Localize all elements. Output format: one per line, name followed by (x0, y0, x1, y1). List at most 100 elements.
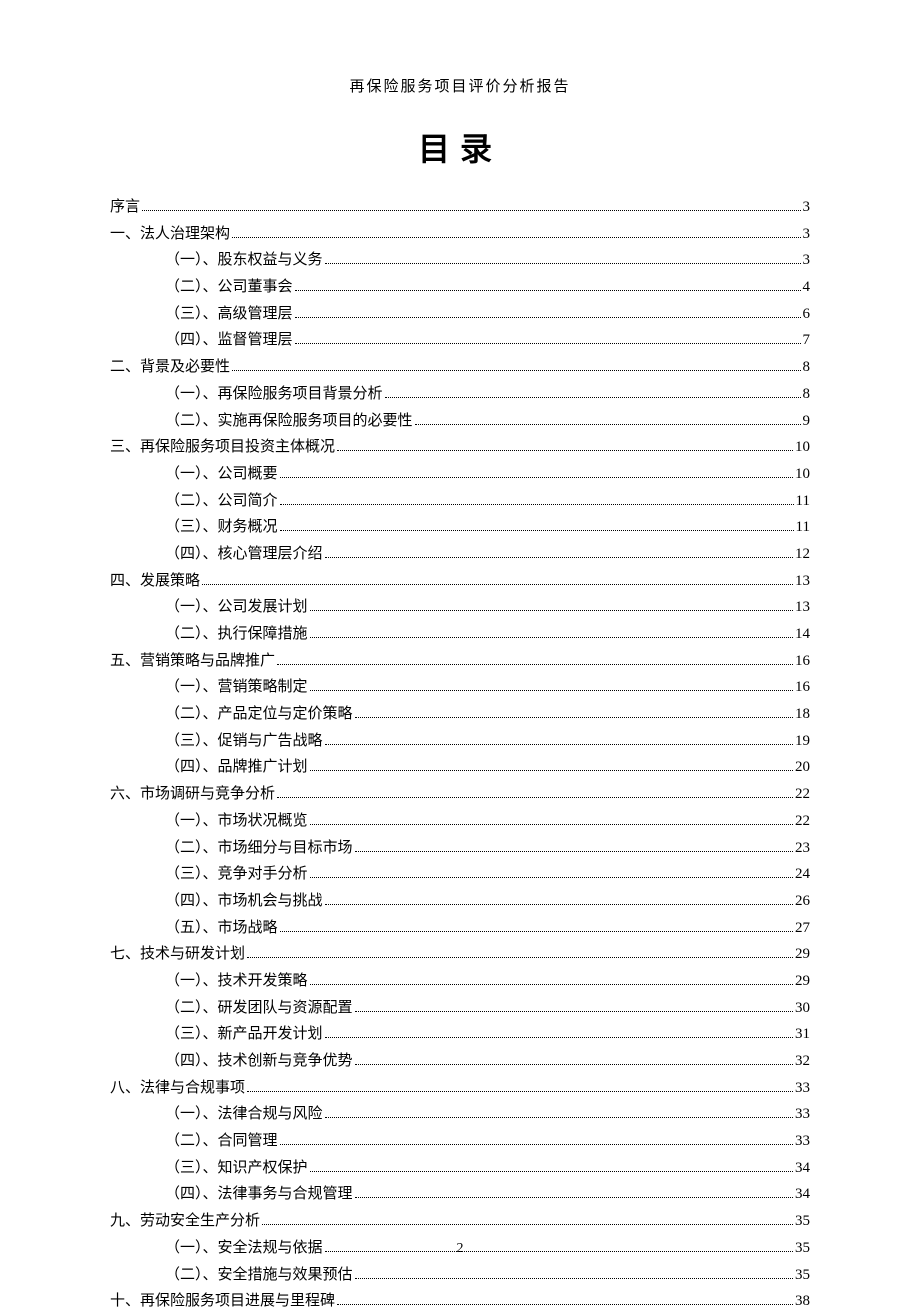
toc-entry-label: （四）、市场机会与挑战 (165, 888, 323, 915)
toc-entry-page: 33 (795, 1101, 810, 1128)
toc-dots (325, 1117, 793, 1118)
toc-entry-page: 22 (795, 781, 810, 808)
toc-entry: （二）、合同管理33 (110, 1128, 810, 1155)
toc-entry-label: （四）、技术创新与竞争优势 (165, 1048, 353, 1075)
toc-entry: （一）、公司概要10 (110, 461, 810, 488)
toc-entry-page: 23 (795, 835, 810, 862)
toc-entry: （三）、竞争对手分析 24 (110, 861, 810, 888)
toc-dots (295, 343, 801, 344)
toc-entry-page: 27 (795, 915, 810, 942)
toc-dots (355, 1011, 793, 1012)
toc-entry: （一）、营销策略制定16 (110, 674, 810, 701)
toc-entry-page: 12 (795, 541, 810, 568)
toc-entry-page: 29 (795, 941, 810, 968)
toc-entry-page: 8 (803, 354, 811, 381)
toc-entry-label: （二）、产品定位与定价策略 (165, 701, 353, 728)
toc-entry: （三）、新产品开发计划31 (110, 1021, 810, 1048)
toc-entry-page: 8 (803, 381, 811, 408)
toc-entry-label: （二）、执行保障措施 (165, 621, 308, 648)
toc-entry: （一）、技术开发策略29 (110, 968, 810, 995)
toc-dots (310, 877, 793, 878)
toc-entry-page: 24 (795, 861, 810, 888)
toc-entry-page: 7 (803, 327, 811, 354)
toc-entry: （二）、实施再保险服务项目的必要性9 (110, 408, 810, 435)
toc-dots (415, 424, 801, 425)
toc-entry-page: 22 (795, 808, 810, 835)
toc-entry-page: 14 (795, 621, 810, 648)
toc-entry-label: （四）、法律事务与合规管理 (165, 1181, 353, 1208)
toc-entry-page: 6 (803, 301, 811, 328)
toc-dots (280, 931, 793, 932)
toc-dots (295, 290, 801, 291)
toc-entry-page: 10 (795, 434, 810, 461)
toc-entry-label: （二）、实施再保险服务项目的必要性 (165, 408, 413, 435)
toc-dots (280, 530, 794, 531)
toc-dots (325, 557, 793, 558)
toc-dots (310, 690, 793, 691)
toc-dots (355, 1197, 793, 1198)
toc-dots (337, 1304, 793, 1305)
toc-entry-page: 18 (795, 701, 810, 728)
toc-entry-page: 35 (795, 1262, 810, 1289)
toc-entry-page: 32 (795, 1048, 810, 1075)
toc-entry: （四）、市场机会与挑战 26 (110, 888, 810, 915)
toc-dots (325, 1037, 793, 1038)
toc-entry-page: 4 (803, 274, 811, 301)
toc-entry-label: 七、技术与研发计划 (110, 941, 245, 968)
toc-entry-label: 八、法律与合规事项 (110, 1075, 245, 1102)
toc-dots (280, 504, 794, 505)
toc-dots (232, 237, 800, 238)
toc-entry-label: （一）、公司发展计划 (165, 594, 308, 621)
toc-entry-label: （三）、促销与广告战略 (165, 728, 323, 755)
toc-dots (247, 1091, 793, 1092)
toc-entry: （三）、促销与广告战略19 (110, 728, 810, 755)
toc-entry-label: （三）、高级管理层 (165, 301, 293, 328)
toc-entry: （二）、市场细分与目标市场 23 (110, 835, 810, 862)
toc-dots (202, 584, 793, 585)
toc-dots (295, 317, 801, 318)
toc-entry: 一、法人治理架构3 (110, 221, 810, 248)
toc-dots (310, 824, 793, 825)
toc-entry: （三）、财务概况11 (110, 514, 810, 541)
toc-dots (337, 450, 793, 451)
toc-dots (310, 610, 793, 611)
toc-dots (355, 851, 793, 852)
toc-entry: （一）、法律合规与风险33 (110, 1101, 810, 1128)
toc-entry-page: 20 (795, 754, 810, 781)
toc-entry-page: 33 (795, 1128, 810, 1155)
toc-entry: 五、营销策略与品牌推广16 (110, 648, 810, 675)
toc-entry-label: （三）、竞争对手分析 (165, 861, 308, 888)
toc-entry: （四）、法律事务与合规管理34 (110, 1181, 810, 1208)
toc-entry: （四）、技术创新与竞争优势 32 (110, 1048, 810, 1075)
toc-dots (280, 1144, 793, 1145)
toc-entry-label: （二）、市场细分与目标市场 (165, 835, 353, 862)
toc-entry-label: 一、法人治理架构 (110, 221, 230, 248)
toc-entry-page: 11 (796, 514, 810, 541)
toc-entry: （一）、市场状况概览22 (110, 808, 810, 835)
toc-entry-label: 四、发展策略 (110, 568, 200, 595)
toc-entry-label: （四）、监督管理层 (165, 327, 293, 354)
toc-dots (325, 904, 793, 905)
toc-entry-page: 3 (803, 247, 811, 274)
toc-dots (325, 744, 793, 745)
toc-entry: （一）、公司发展计划13 (110, 594, 810, 621)
toc-entry: （一）、股东权益与义务3 (110, 247, 810, 274)
toc-dots (142, 210, 800, 211)
toc-entry: （二）、安全措施与效果预估35 (110, 1262, 810, 1289)
toc-entry: （二）、研发团队与资源配置30 (110, 995, 810, 1022)
toc-entry-page: 3 (803, 194, 811, 221)
toc-dots (280, 477, 793, 478)
toc-entry-page: 26 (795, 888, 810, 915)
toc-entry-label: 九、劳动安全生产分析 (110, 1208, 260, 1235)
toc-title: 目录 (110, 124, 810, 170)
toc-entry: 八、法律与合规事项33 (110, 1075, 810, 1102)
toc-entry-label: （三）、新产品开发计划 (165, 1021, 323, 1048)
toc-entry: （三）、高级管理层 6 (110, 301, 810, 328)
toc-entry: 六、市场调研与竞争分析22 (110, 781, 810, 808)
toc-entry-label: （三）、知识产权保护 (165, 1155, 308, 1182)
toc-entry-label: 序言 (110, 194, 140, 221)
toc-entry-label: （四）、核心管理层介绍 (165, 541, 323, 568)
toc-entry: （五）、市场战略27 (110, 915, 810, 942)
toc-entry: （三）、知识产权保护34 (110, 1155, 810, 1182)
toc-entry: （一）、再保险服务项目背景分析8 (110, 381, 810, 408)
